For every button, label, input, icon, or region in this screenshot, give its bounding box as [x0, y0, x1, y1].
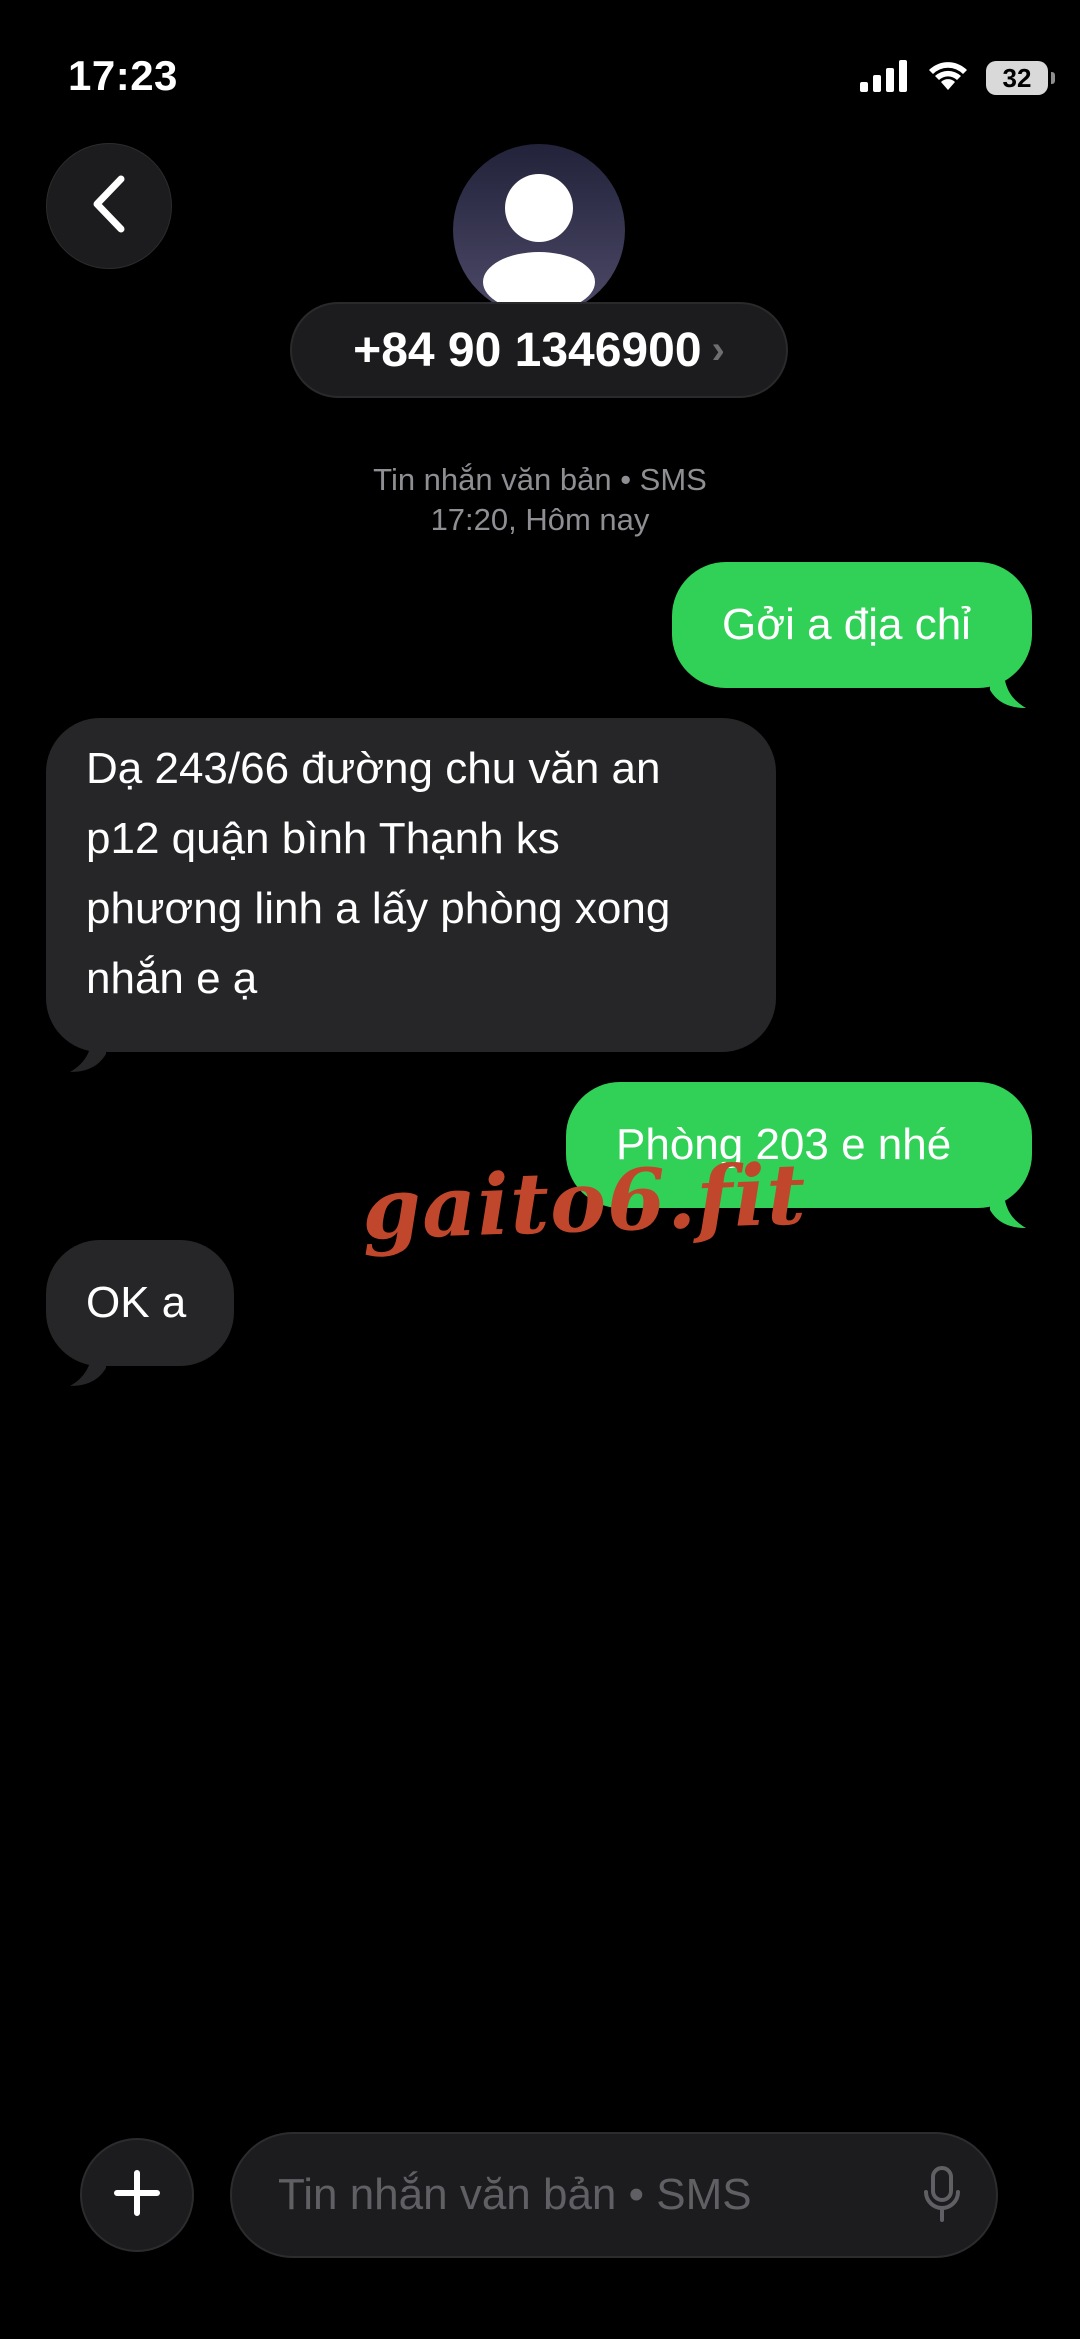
message-line: phương linh a lấy phòng xong — [86, 884, 671, 933]
wifi-icon — [926, 59, 970, 98]
message-line: p12 quận bình Thạnh ks — [86, 814, 560, 863]
message-input[interactable]: Tin nhắn văn bản • SMS — [230, 2132, 998, 2258]
bubble-tail — [70, 1348, 106, 1386]
chevron-left-icon — [89, 175, 129, 238]
outgoing-message-bubble[interactable]: Gởi a địa chỉ — [672, 562, 1032, 688]
contact-avatar[interactable] — [453, 144, 625, 316]
channel-label: Tin nhắn văn bản • SMS — [373, 462, 707, 497]
battery-indicator: 32 — [986, 61, 1055, 95]
message-text: OK a — [86, 1278, 187, 1327]
conversation-timestamp: 17:20, Hôm nay — [430, 502, 650, 537]
bubble-tail — [990, 1190, 1026, 1228]
incoming-message-bubble[interactable]: Dạ 243/66 đường chu văn an p12 quận bình… — [46, 718, 776, 1052]
microphone-icon[interactable] — [924, 2166, 960, 2229]
contact-name-button[interactable]: +84 90 1346900 › — [290, 302, 788, 398]
message-line: Dạ 243/66 đường chu văn an — [86, 744, 661, 793]
status-time: 17:23 — [68, 52, 178, 99]
plus-icon — [113, 2169, 161, 2222]
add-attachment-button[interactable] — [80, 2138, 194, 2252]
message-input-placeholder: Tin nhắn văn bản • SMS — [278, 2170, 752, 2219]
cellular-signal-icon — [860, 59, 910, 97]
message-text: Dạ 243/66 đường chu văn an p12 quận bình… — [86, 734, 670, 1014]
battery-level: 32 — [1002, 62, 1032, 93]
watermark: gaito6.fit — [360, 1144, 809, 1259]
message-text: Gởi a địa chỉ — [722, 600, 971, 649]
bubble-tail — [990, 670, 1026, 708]
message-line: nhắn e ạ — [86, 954, 258, 1003]
chevron-right-icon: › — [711, 327, 725, 372]
bubble-tail — [70, 1034, 106, 1072]
status-icons: 32 — [860, 56, 1055, 100]
contact-number: +84 90 1346900 — [353, 323, 702, 377]
back-button[interactable] — [46, 143, 172, 269]
